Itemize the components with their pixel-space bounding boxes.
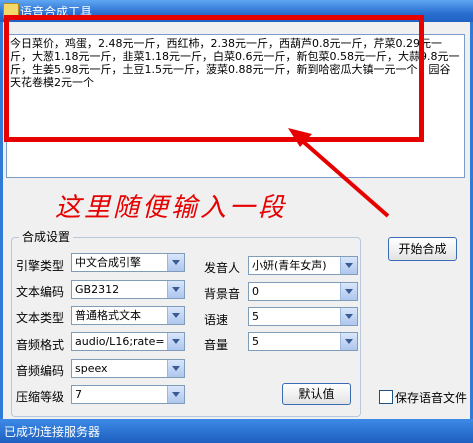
- text-type-label: 文本类型: [16, 311, 65, 325]
- audio-format-label: 音频格式: [16, 338, 65, 352]
- chevron-down-icon[interactable]: [340, 257, 357, 274]
- text-type-value: 普通格式文本: [75, 309, 141, 322]
- background-select[interactable]: 0: [248, 282, 358, 301]
- engine-type-value: 中文合成引擎: [75, 256, 141, 269]
- volume-value: 5: [252, 335, 259, 348]
- audio-format-value: audio/L16;rate=: [75, 335, 165, 348]
- engine-type-select[interactable]: 中文合成引擎: [71, 253, 185, 272]
- save-audio-checkbox[interactable]: [379, 390, 393, 404]
- start-synthesis-button[interactable]: 开始合成: [388, 237, 457, 261]
- text-encoding-select[interactable]: GB2312: [71, 280, 185, 299]
- status-bar: 已成功连接服务器: [0, 419, 473, 443]
- chevron-down-icon[interactable]: [167, 386, 184, 403]
- volume-select[interactable]: 5: [248, 332, 358, 351]
- compression-select[interactable]: 7: [71, 385, 185, 404]
- chevron-down-icon[interactable]: [340, 333, 357, 350]
- speed-label: 语速: [204, 313, 229, 327]
- speaker-value: 小妍(青年女声): [252, 259, 327, 272]
- compression-label: 压缩等级: [16, 390, 65, 404]
- audio-encoding-value: speex: [75, 362, 108, 375]
- text-encoding-value: GB2312: [75, 283, 120, 296]
- background-value: 0: [252, 285, 259, 298]
- engine-type-label: 引擎类型: [16, 259, 65, 273]
- speed-select[interactable]: 5: [248, 307, 358, 326]
- chevron-down-icon[interactable]: [167, 307, 184, 324]
- audio-encoding-label: 音频编码: [16, 364, 65, 378]
- chevron-down-icon[interactable]: [167, 281, 184, 298]
- speed-value: 5: [252, 310, 259, 323]
- client-area: 今日菜价，鸡蛋，2.48元一斤，西红柿，2.38元一斤，西葫芦0.8元一斤，芹菜…: [3, 15, 470, 419]
- default-values-button[interactable]: 默认值: [282, 383, 351, 405]
- chevron-down-icon[interactable]: [340, 283, 357, 300]
- speaker-select[interactable]: 小妍(青年女声): [248, 256, 358, 275]
- volume-label: 音量: [204, 338, 229, 352]
- settings-group-title: 合成设置: [19, 228, 74, 245]
- annotation-text: 这里随便输入一段: [55, 193, 288, 223]
- status-text: 已成功连接服务器: [4, 425, 101, 439]
- text-type-select[interactable]: 普通格式文本: [71, 306, 185, 325]
- audio-encoding-select[interactable]: speex: [71, 359, 185, 378]
- save-audio-label[interactable]: 保存语音文件: [395, 389, 467, 406]
- text-encoding-label: 文本编码: [16, 285, 65, 299]
- chevron-down-icon[interactable]: [167, 333, 184, 350]
- compression-value: 7: [75, 388, 82, 401]
- chevron-down-icon[interactable]: [167, 254, 184, 271]
- chevron-down-icon[interactable]: [340, 308, 357, 325]
- speaker-label: 发音人: [204, 261, 241, 275]
- audio-format-select[interactable]: audio/L16;rate=: [71, 332, 185, 351]
- chevron-down-icon[interactable]: [167, 360, 184, 377]
- background-label: 背景音: [204, 287, 241, 301]
